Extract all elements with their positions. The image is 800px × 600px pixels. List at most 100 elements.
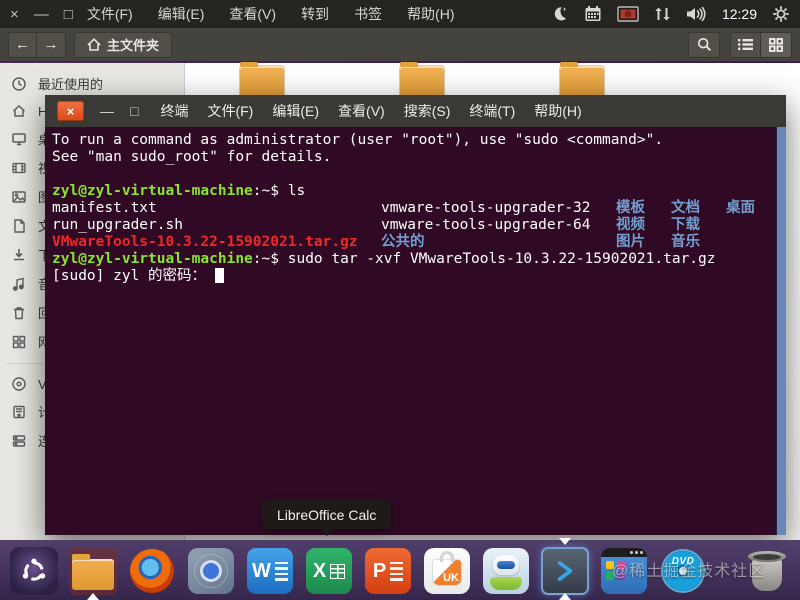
breadcrumb[interactable]: 主文件夹	[74, 31, 173, 58]
menu-file[interactable]: 文件(F)	[207, 101, 253, 121]
film-icon	[11, 160, 27, 176]
dock-word-button[interactable]: W	[246, 547, 294, 595]
power-gear-icon[interactable]	[772, 5, 790, 23]
forward-button[interactable]: →	[37, 31, 66, 58]
maximize-icon[interactable]: □	[130, 104, 138, 118]
dock-files-button[interactable]	[69, 547, 117, 595]
menu-edit[interactable]: 编辑(E)	[272, 101, 319, 121]
cd-icon	[11, 376, 27, 392]
menu-help[interactable]: 帮助(H)	[534, 101, 581, 121]
menu-search[interactable]: 搜索(S)	[404, 101, 451, 121]
menu-help[interactable]: 帮助(H)	[407, 4, 454, 24]
home-icon	[87, 38, 101, 51]
terminal-chevron-icon	[552, 558, 578, 584]
sidebar-item-recent[interactable]: 最近使用的	[0, 69, 184, 98]
search-icon	[697, 37, 712, 52]
terminal-ls-row: manifest.txt vmware-tools-upgrader-32 模板 文档…	[52, 200, 755, 216]
home-icon	[11, 103, 27, 119]
global-menubar: 文件(F) 编辑(E) 查看(V) 转到 书签 帮助(H)	[87, 4, 455, 24]
menu-terminal-app[interactable]: 终端	[160, 101, 188, 121]
firefox-icon	[130, 549, 174, 593]
search-button[interactable]	[688, 31, 720, 58]
maximize-icon[interactable]: □	[64, 7, 73, 22]
terminal-ls-row: VMwareTools-10.3.22-15902021.tar.gz 公共的 图片…	[52, 234, 700, 250]
network-grid-icon	[11, 334, 27, 350]
night-mode-icon[interactable]	[551, 5, 569, 23]
dock-firefox-button[interactable]	[128, 547, 176, 595]
back-button[interactable]: ←	[8, 31, 37, 58]
grid-view-button[interactable]	[761, 31, 792, 58]
menu-edit[interactable]: 编辑(E)	[158, 4, 205, 24]
download-icon	[11, 247, 27, 263]
network-traffic-icon[interactable]	[654, 5, 670, 23]
dock-circle-app-button[interactable]	[187, 547, 235, 595]
dock-powerpoint-button[interactable]: P	[364, 547, 412, 595]
dock-show-apps-button[interactable]	[10, 547, 58, 595]
trash-icon	[11, 305, 27, 321]
dock-assistant-button[interactable]	[482, 547, 530, 595]
picture-icon	[11, 189, 27, 205]
watermark: @稀土掘金技术社区	[612, 563, 766, 580]
server-icon	[11, 433, 27, 449]
circle-app-icon	[188, 548, 234, 594]
close-icon[interactable]: ×	[10, 7, 19, 22]
system-tray: 12:29	[551, 5, 800, 23]
view-toggle	[730, 31, 792, 58]
terminal-prompt-line: zyl@zyl-virtual-machine:~$ sudo tar -xvf…	[52, 251, 716, 267]
robot-icon	[483, 548, 529, 594]
menu-terminal[interactable]: 终端(T)	[469, 101, 515, 121]
terminal-menubar: 终端 文件(F) 编辑(E) 查看(V) 搜索(S) 终端(T) 帮助(H)	[160, 101, 581, 121]
terminal-ls-row: run_upgrader.sh vmware-tools-upgrader-64 视…	[52, 217, 700, 233]
uk-label: UK	[443, 572, 459, 584]
menu-view[interactable]: 查看(V)	[338, 101, 385, 121]
desktop-icon	[11, 131, 27, 147]
breadcrumb-label: 主文件夹	[107, 38, 160, 53]
terminal-prompt-line: zyl@zyl-virtual-machine:~$ ls	[52, 183, 306, 199]
word-icon: W	[247, 548, 293, 594]
terminal-scrollbar[interactable]	[776, 127, 786, 535]
terminal-output: To run a command as administrator (user …	[45, 127, 786, 535]
dock-calc-button[interactable]: X	[305, 547, 353, 595]
list-view-button[interactable]	[730, 31, 761, 58]
desktop: { "colors": { "terminal_bg": "#300a24", …	[0, 0, 800, 600]
nav-buttons: ← →	[8, 31, 66, 58]
terminal-line: See "man sudo_root" for details.	[52, 149, 332, 165]
volume-icon[interactable]	[685, 5, 707, 23]
dock-terminal-button[interactable]	[541, 547, 589, 595]
music-note-icon	[11, 276, 27, 292]
menu-bookmarks[interactable]: 书签	[354, 4, 382, 24]
terminal-password-line: [sudo] zyl 的密码：	[52, 268, 774, 285]
terminal-line: To run a command as administrator (user …	[52, 132, 664, 148]
close-icon[interactable]: ×	[57, 101, 84, 121]
document-icon	[11, 218, 27, 234]
list-view-icon	[738, 38, 753, 51]
terminal-cursor	[215, 268, 225, 283]
dock-software-center-button[interactable]: UK	[423, 547, 471, 595]
file-manager-toolbar: ← → 主文件夹	[0, 28, 800, 62]
terminal-focus-indicator-bottom	[559, 593, 571, 600]
menu-go[interactable]: 转到	[301, 4, 329, 24]
screen-capture-icon[interactable]	[617, 5, 639, 23]
sidebar-item-label: 最近使用的	[38, 77, 104, 92]
terminal-window: × — □ 终端 文件(F) 编辑(E) 查看(V) 搜索(S) 终端(T) 帮…	[45, 95, 786, 535]
global-window-controls: × — □	[0, 7, 87, 22]
ubuntu-logo-icon	[20, 557, 48, 585]
clock-icon	[11, 76, 27, 92]
folder-icon	[72, 553, 114, 590]
calendar-icon[interactable]	[584, 5, 602, 23]
files-active-indicator	[87, 593, 99, 600]
spreadsheet-icon: X	[306, 548, 352, 594]
menu-file[interactable]: 文件(F)	[87, 4, 133, 24]
top-panel: × — □ 文件(F) 编辑(E) 查看(V) 转到 书签 帮助(H) 12:2…	[0, 0, 800, 28]
minimize-icon[interactable]: —	[34, 7, 49, 22]
clock[interactable]: 12:29	[722, 6, 757, 22]
terminal-titlebar[interactable]: × — □ 终端 文件(F) 编辑(E) 查看(V) 搜索(S) 终端(T) 帮…	[45, 95, 786, 127]
dock-tooltip: LibreOffice Calc	[262, 500, 392, 536]
minimize-icon[interactable]: —	[100, 104, 114, 118]
menu-view[interactable]: 查看(V)	[229, 4, 276, 24]
presentation-icon: P	[365, 548, 411, 594]
software-bag-icon: UK	[424, 548, 470, 594]
tooltip-label: LibreOffice Calc	[277, 506, 377, 523]
grid-view-icon	[769, 37, 783, 52]
